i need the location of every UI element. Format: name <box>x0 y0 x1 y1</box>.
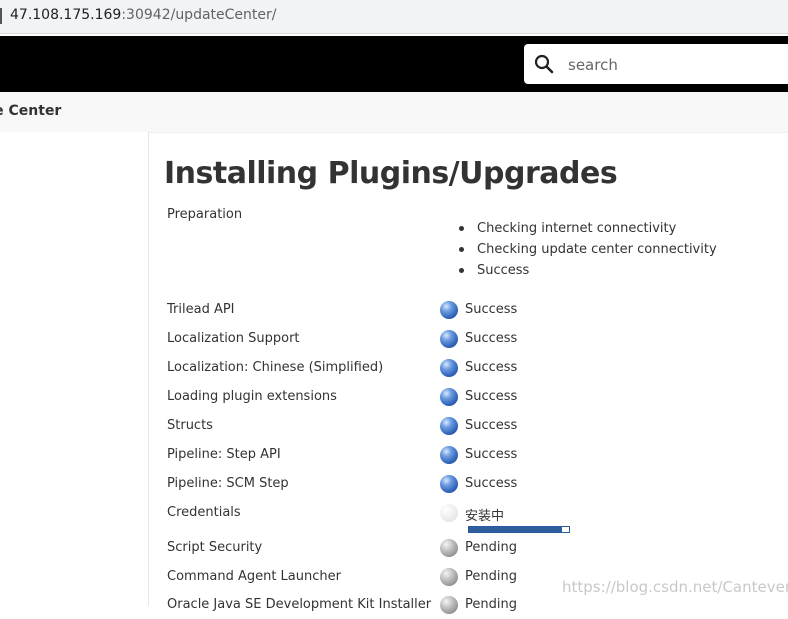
plugin-status: Success <box>465 447 518 462</box>
success-ball-icon <box>440 475 458 493</box>
plugin-row: Localization: Chinese (Simplified) Succe… <box>0 359 788 382</box>
plugin-status: Pending <box>465 540 517 555</box>
plugin-status: 安装中 <box>465 509 505 524</box>
install-progress-bar <box>468 526 570 533</box>
url-text[interactable]: 47.108.175.169:30942/updateCenter/ <box>10 7 276 23</box>
plugin-name: Pipeline: Step API <box>167 447 281 462</box>
plugin-status: Success <box>465 389 518 404</box>
pending-ball-icon <box>440 596 458 614</box>
success-ball-icon <box>440 417 458 435</box>
success-ball-icon <box>440 446 458 464</box>
plugin-name: Pipeline: SCM Step <box>167 476 289 491</box>
plugin-status: Success <box>465 360 518 375</box>
url-path: :30942/updateCenter/ <box>121 7 277 23</box>
breadcrumb[interactable]: ate Center <box>0 103 61 119</box>
plugin-row: Structs Success <box>0 417 788 440</box>
list-item: Checking internet connectivity <box>458 220 717 241</box>
list-item: Success <box>458 262 717 283</box>
install-progress-fill <box>469 527 562 532</box>
plugin-row: Loading plugin extensions Success <box>0 388 788 411</box>
plugin-name: Structs <box>167 418 213 433</box>
plugin-status: Success <box>465 418 518 433</box>
plugin-row: Trilead API Success <box>0 301 788 324</box>
text-cursor <box>0 8 2 24</box>
success-ball-icon <box>440 301 458 319</box>
plugin-name: Localization: Chinese (Simplified) <box>167 360 384 375</box>
plugin-name: Trilead API <box>167 302 235 317</box>
plugin-row: Pipeline: Step API Success <box>0 446 788 469</box>
plugin-row: Script Security Pending <box>0 539 788 562</box>
search-input[interactable] <box>566 52 770 78</box>
plugin-name: Localization Support <box>167 331 300 346</box>
success-ball-icon <box>440 359 458 377</box>
plugin-name: Loading plugin extensions <box>167 389 337 404</box>
plugin-name: Command Agent Launcher <box>167 569 341 584</box>
plugin-row: Credentials 安装中 <box>0 504 788 527</box>
watermark: https://blog.csdn.net/Canteven! <box>562 578 788 596</box>
installing-ball-icon <box>440 504 458 522</box>
plugin-status: Success <box>465 302 518 317</box>
breadcrumb-bar: ate Center <box>0 92 788 133</box>
plugin-row: Localization Support Success <box>0 330 788 353</box>
page-title: Installing Plugins/Upgrades <box>164 156 618 191</box>
plugin-status: Success <box>465 476 518 491</box>
url-host: 47.108.175.169 <box>10 7 122 23</box>
plugin-name: Script Security <box>167 540 263 555</box>
success-ball-icon <box>440 388 458 406</box>
plugin-status: Success <box>465 331 518 346</box>
plugin-row: Pipeline: SCM Step Success <box>0 475 788 498</box>
browser-address-bar[interactable]: 47.108.175.169:30942/updateCenter/ <box>0 0 788 34</box>
preparation-checks-list: Checking internet connectivity Checking … <box>458 220 717 283</box>
plugin-status: Pending <box>465 597 517 612</box>
preparation-label: Preparation <box>167 207 243 222</box>
success-ball-icon <box>440 330 458 348</box>
plugin-name: Credentials <box>167 505 241 520</box>
list-item: Checking update center connectivity <box>458 241 717 262</box>
search-box[interactable] <box>524 44 788 84</box>
plugin-name: Oracle Java SE Development Kit Installer <box>167 597 432 612</box>
search-icon[interactable] <box>534 54 554 74</box>
plugin-row: Oracle Java SE Development Kit Installer… <box>0 596 788 619</box>
plugin-status: Pending <box>465 569 517 584</box>
pending-ball-icon <box>440 568 458 586</box>
pending-ball-icon <box>440 539 458 557</box>
